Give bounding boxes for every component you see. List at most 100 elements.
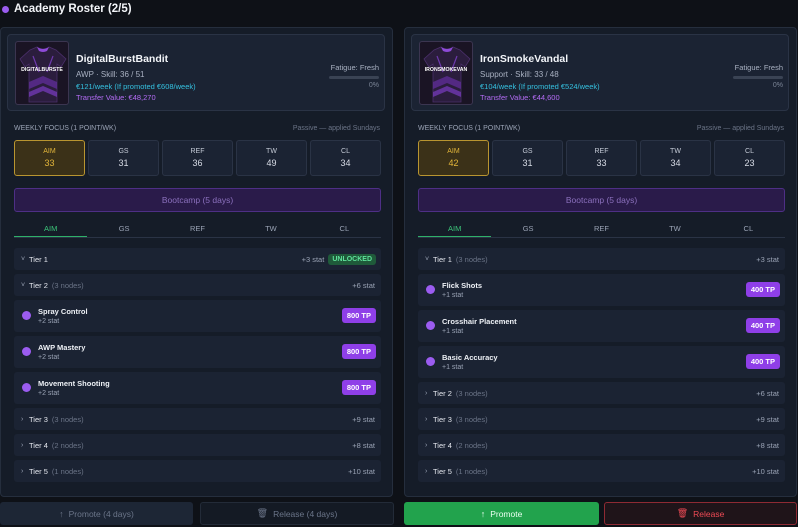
tier-row[interactable]: › Tier 3 (3 nodes) +9 stat bbox=[14, 408, 381, 430]
node-stat: +1 stat bbox=[442, 328, 464, 335]
jersey-icon bbox=[19, 46, 67, 103]
node-name: AWP Mastery bbox=[38, 343, 86, 352]
node-dot-icon bbox=[426, 285, 435, 294]
tier-name: Tier 3 bbox=[433, 414, 452, 424]
node-dot-icon bbox=[426, 321, 435, 330]
chevron-icon: ˅ bbox=[425, 255, 430, 263]
unlocked-badge: UNLOCKED bbox=[328, 253, 376, 265]
tier-stat-bonus: +9 stat bbox=[756, 414, 779, 424]
release-button[interactable]: 🗑 Release (4 days) bbox=[200, 502, 394, 525]
tab-tw[interactable]: TW bbox=[234, 220, 307, 237]
tier-stat-bonus: +8 stat bbox=[756, 440, 779, 450]
release-label: Release (4 days) bbox=[273, 508, 338, 519]
buy-node-button[interactable]: 800 TP bbox=[341, 308, 376, 323]
node-name: Spray Control bbox=[38, 307, 88, 316]
player-jersey: DIGITALBURSTE bbox=[15, 41, 69, 105]
tab-gs[interactable]: GS bbox=[87, 220, 160, 237]
tier-stat-bonus: +3 stat bbox=[301, 254, 325, 264]
node-name: Movement Shooting bbox=[38, 379, 110, 388]
node-stat: +2 stat bbox=[38, 354, 60, 361]
fatigue-bar bbox=[733, 76, 783, 79]
chevron-icon: ˅ bbox=[21, 255, 26, 263]
tier-name: Tier 2 bbox=[433, 388, 452, 398]
tab-cl[interactable]: CL bbox=[308, 220, 381, 237]
tier-row[interactable]: ˅ Tier 1 (3 nodes) +3 stat bbox=[418, 248, 785, 270]
promote-button[interactable]: ↑ Promote bbox=[404, 502, 599, 525]
player-name: DigitalBurstBandit bbox=[76, 53, 169, 65]
focus-stat-ref[interactable]: REF 33 bbox=[566, 140, 637, 176]
buy-node-button[interactable]: 400 TP bbox=[745, 282, 780, 297]
tier-row[interactable]: › Tier 4 (2 nodes) +8 stat bbox=[418, 434, 785, 456]
focus-stat-cl[interactable]: CL 34 bbox=[310, 140, 381, 176]
buy-node-button[interactable]: 800 TP bbox=[341, 344, 376, 359]
jersey-icon bbox=[423, 46, 471, 103]
chevron-icon: › bbox=[425, 415, 428, 423]
node-stat: +1 stat bbox=[442, 292, 464, 299]
tab-aim[interactable]: AIM bbox=[14, 220, 88, 237]
player-role-skill: AWP · Skill: 36 / 51 bbox=[76, 70, 145, 79]
focus-stat-cl[interactable]: CL 23 bbox=[714, 140, 785, 176]
bootcamp-button[interactable]: Bootcamp (5 days) bbox=[14, 188, 381, 212]
focus-stat-tw[interactable]: TW 49 bbox=[236, 140, 307, 176]
fatigue-percent: 0% bbox=[772, 82, 783, 89]
chevron-icon: ˅ bbox=[21, 281, 26, 289]
tab-ref[interactable]: REF bbox=[565, 220, 638, 237]
node-name: Crosshair Placement bbox=[442, 317, 517, 326]
focus-stat-aim[interactable]: AIM 33 bbox=[14, 140, 85, 176]
focus-stat-gs[interactable]: GS 31 bbox=[88, 140, 159, 176]
status-dot-icon bbox=[2, 5, 9, 13]
trash-icon: 🗑 bbox=[676, 508, 689, 518]
bootcamp-button[interactable]: Bootcamp (5 days) bbox=[418, 188, 785, 212]
player-transfer-value: Transfer Value: €44,600 bbox=[480, 93, 560, 102]
stat-label: CL bbox=[341, 148, 350, 155]
buy-node-button[interactable]: 400 TP bbox=[745, 354, 780, 369]
player-name: IronSmokeVandal bbox=[480, 53, 569, 65]
stat-label: TW bbox=[266, 148, 277, 155]
buy-node-button[interactable]: 400 TP bbox=[745, 318, 780, 333]
tier-row[interactable]: ˅ Tier 1 +3 stat UNLOCKED bbox=[14, 248, 381, 270]
chevron-icon: › bbox=[425, 389, 428, 397]
tier-node-count: (2 nodes) bbox=[455, 440, 488, 450]
player-info-panel: IRONSMOKEVAN IronSmokeVandal Support · Ski… bbox=[411, 34, 789, 111]
focus-stat-gs[interactable]: GS 31 bbox=[492, 140, 563, 176]
focus-stat-aim[interactable]: AIM 42 bbox=[418, 140, 489, 176]
node-dot-icon bbox=[22, 311, 31, 320]
tab-tw[interactable]: TW bbox=[638, 220, 711, 237]
tab-ref[interactable]: REF bbox=[161, 220, 234, 237]
promote-label: Promote (4 days) bbox=[68, 508, 134, 519]
focus-stat-tw[interactable]: TW 34 bbox=[640, 140, 711, 176]
player-card: IRONSMOKEVAN IronSmokeVandal Support · Ski… bbox=[404, 27, 797, 497]
tier-row[interactable]: › Tier 4 (2 nodes) +8 stat bbox=[14, 434, 381, 456]
release-button[interactable]: 🗑 Release bbox=[604, 502, 797, 525]
tier-row[interactable]: › Tier 3 (3 nodes) +9 stat bbox=[418, 408, 785, 430]
focus-stat-selector: AIM 33 GS 31 REF 36 TW 49 CL 34 bbox=[14, 140, 381, 176]
jersey-name-text: IRONSMOKEVAN bbox=[424, 67, 468, 73]
skill-node: Crosshair Placement +1 stat 400 TP bbox=[418, 310, 785, 342]
tier-row[interactable]: › Tier 5 (1 nodes) +10 stat bbox=[14, 460, 381, 482]
stat-value: 42 bbox=[448, 158, 459, 168]
promote-button[interactable]: ↑ Promote (4 days) bbox=[0, 502, 193, 525]
focus-stat-ref[interactable]: REF 36 bbox=[162, 140, 233, 176]
tier-row[interactable]: › Tier 5 (1 nodes) +10 stat bbox=[418, 460, 785, 482]
tab-aim[interactable]: AIM bbox=[418, 220, 492, 237]
fatigue-bar bbox=[329, 76, 379, 79]
chevron-icon: › bbox=[21, 415, 24, 423]
buy-node-button[interactable]: 800 TP bbox=[341, 380, 376, 395]
arrow-up-icon: ↑ bbox=[59, 508, 64, 519]
player-role-skill: Support · Skill: 33 / 48 bbox=[480, 70, 559, 79]
tab-gs[interactable]: GS bbox=[491, 220, 564, 237]
skill-tabs: AIM GS REF TW CL bbox=[418, 220, 785, 238]
player-wage: €104/week (If promoted €524/week) bbox=[480, 82, 600, 91]
stat-label: AIM bbox=[43, 148, 56, 155]
skill-node: AWP Mastery +2 stat 800 TP bbox=[14, 336, 381, 368]
stat-value: 23 bbox=[744, 158, 755, 168]
tier-row[interactable]: › Tier 2 (3 nodes) +6 stat bbox=[418, 382, 785, 404]
weekly-focus-label: WEEKLY FOCUS (1 POINT/WK) bbox=[14, 125, 117, 132]
node-dot-icon bbox=[22, 383, 31, 392]
tier-row[interactable]: ˅ Tier 2 (3 nodes) +6 stat bbox=[14, 274, 381, 296]
tab-cl[interactable]: CL bbox=[712, 220, 785, 237]
tier-name: Tier 5 bbox=[29, 466, 48, 476]
tier-name: Tier 4 bbox=[29, 440, 48, 450]
node-stat: +2 stat bbox=[38, 318, 60, 325]
tier-node-count: (3 nodes) bbox=[51, 280, 84, 290]
